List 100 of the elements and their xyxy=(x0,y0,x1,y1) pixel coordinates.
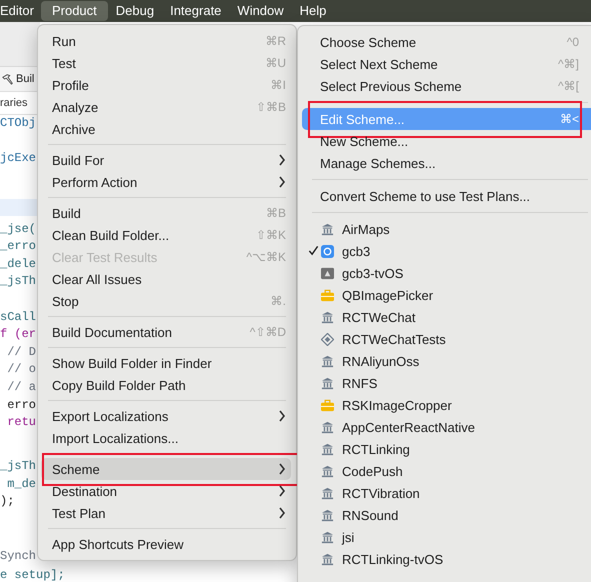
menu-item[interactable]: Build Documentation ^⇧⌘D xyxy=(41,321,291,343)
target-item[interactable]: RNAliyunOss xyxy=(298,350,591,372)
menu-item[interactable]: Show Build Folder in Finder xyxy=(41,352,291,374)
menu-item[interactable]: Select Previous Scheme ^⌘[ xyxy=(302,75,591,97)
menu-item[interactable]: Build For xyxy=(41,149,291,171)
menu-item[interactable]: Export Localizations xyxy=(41,405,291,427)
target-item[interactable]: RCTVibration xyxy=(298,482,591,504)
menu-item[interactable]: Choose Scheme ^0 xyxy=(302,31,591,53)
menu-item[interactable]: Convert Scheme to use Test Plans... xyxy=(302,185,591,207)
code-line: // o xyxy=(6,361,36,378)
chevron-icon xyxy=(278,507,286,519)
shortcut-label: ⌘R xyxy=(265,34,286,48)
target-item[interactable]: RCTLinking xyxy=(298,438,591,460)
target-item[interactable]: AirMaps xyxy=(298,218,591,240)
menu-item[interactable]: Clean Build Folder... ⇧⌘K xyxy=(41,224,291,246)
code-line: ); xyxy=(0,493,14,510)
menu-title[interactable]: Editor xyxy=(0,1,41,21)
menu-title[interactable]: Integrate xyxy=(162,1,230,21)
menu-item[interactable]: Select Next Scheme ^⌘] xyxy=(302,53,591,75)
code-line: _jsTh xyxy=(0,458,36,474)
chevron-icon xyxy=(278,410,286,422)
scheme-label: RCTWeChat xyxy=(342,310,416,324)
shortcut-label: ^⌥⌘K xyxy=(246,250,286,264)
target-item[interactable]: QBImagePicker xyxy=(298,284,591,306)
shortcut-label: ⌘I xyxy=(270,78,286,92)
target-item[interactable]: gcb3 xyxy=(298,240,591,262)
menu-item[interactable]: Stop ⌘. xyxy=(41,290,291,312)
menu-item[interactable]: Build ⌘B xyxy=(41,202,291,224)
shortcut-label: ^0 xyxy=(566,35,579,49)
shortcut-label: ⌘B xyxy=(266,206,286,220)
scheme-label: RSKImageCropper xyxy=(342,398,452,412)
menu-title[interactable]: Product xyxy=(40,1,108,21)
shortcut-label: ^⌘] xyxy=(558,57,579,71)
menu-title[interactable]: Help xyxy=(292,1,334,21)
code-line: CTObj xyxy=(0,115,36,131)
target-item[interactable]: RSKImageCropper xyxy=(298,394,591,416)
menu-item[interactable]: Analyze ⇧⌘B xyxy=(41,96,291,118)
shortcut-label: ^⌘[ xyxy=(558,79,579,93)
menu-item[interactable]: App Shortcuts Preview xyxy=(41,533,291,555)
chevron-icon xyxy=(278,485,286,497)
shortcut-label: ⇧⌘K xyxy=(256,228,286,242)
target-item[interactable]: RCTWeChat xyxy=(298,306,591,328)
hammer-icon xyxy=(2,73,14,85)
code-line: jcExe xyxy=(0,150,36,166)
target-item[interactable]: RCTWeChatTests xyxy=(298,328,591,350)
menu-item[interactable]: Perform Action xyxy=(41,171,291,193)
code-line: erro xyxy=(6,396,36,413)
scheme-label: RCTWeChatTests xyxy=(342,332,446,346)
menu-item[interactable]: Import Localizations... xyxy=(41,427,291,449)
chevron-icon xyxy=(278,176,286,188)
scheme-label: RCTVibration xyxy=(342,486,420,500)
shortcut-label: ^⇧⌘D xyxy=(250,325,286,339)
shortcut-label: ⌘U xyxy=(265,56,286,70)
shortcut-label: ⌘. xyxy=(270,294,286,308)
code-line: // a xyxy=(6,379,36,395)
menu-item[interactable]: Clear All Issues xyxy=(41,268,291,290)
code-line: Synch xyxy=(0,548,36,564)
scheme-label: RNFS xyxy=(342,376,378,390)
menu-item[interactable]: Manage Schemes... xyxy=(302,152,591,174)
scheme-label: jsi xyxy=(342,530,354,544)
target-item[interactable]: gcb3-tvOS xyxy=(298,262,591,284)
scheme-label: QBImagePicker xyxy=(342,288,434,302)
menu-item[interactable]: Run ⌘R xyxy=(41,30,291,52)
scheme-label: gcb3 xyxy=(342,244,370,258)
scheme-label: RNAliyunOss xyxy=(342,354,420,368)
code-line: _erro xyxy=(0,238,36,254)
code-line: _jse( xyxy=(0,220,36,237)
code-line: _dele xyxy=(0,256,36,272)
scheme-label: RNSound xyxy=(342,508,398,522)
menu-item[interactable]: New Scheme... xyxy=(302,130,591,152)
target-item[interactable]: RNFS xyxy=(298,372,591,394)
target-item[interactable]: jsi xyxy=(298,526,591,548)
scheme-label: AppCenterReactNative xyxy=(342,420,475,434)
chevron-icon xyxy=(278,463,286,475)
scheme-label: RCTLinking xyxy=(342,442,410,456)
menu-item[interactable]: Copy Build Folder Path xyxy=(41,374,291,396)
code-line: _jsTh xyxy=(0,273,36,290)
menu-title[interactable]: Debug xyxy=(108,1,162,21)
menu-item[interactable]: Profile ⌘I xyxy=(41,74,291,96)
menu-item[interactable]: Destination xyxy=(41,480,291,502)
code-line: m_de xyxy=(6,476,36,492)
menu-item[interactable]: Archive xyxy=(41,118,291,140)
scheme-label: AirMaps xyxy=(342,222,390,236)
code-line: // D xyxy=(6,344,36,360)
menu-item[interactable]: Test ⌘U xyxy=(41,52,291,74)
menu-item[interactable]: Test Plan xyxy=(41,502,291,524)
chevron-icon xyxy=(278,154,286,166)
target-item[interactable]: RNSound xyxy=(298,504,591,526)
code-line: retu xyxy=(6,414,36,430)
scheme-label: RCTLinking-tvOS xyxy=(342,552,444,566)
menu-title[interactable]: Window xyxy=(229,1,292,21)
shortcut-label: ⇧⌘B xyxy=(256,100,286,114)
menu-item[interactable]: Scheme xyxy=(41,458,291,480)
scheme-label: CodePush xyxy=(342,464,403,478)
path-label[interactable]: raries xyxy=(0,97,28,109)
target-item[interactable]: AppCenterReactNative xyxy=(298,416,591,438)
code-line: f (er xyxy=(0,326,36,342)
target-item[interactable]: CodePush xyxy=(298,460,591,482)
tab-label[interactable]: Buil xyxy=(16,73,34,85)
target-item[interactable]: RCTLinking-tvOS xyxy=(298,548,591,570)
